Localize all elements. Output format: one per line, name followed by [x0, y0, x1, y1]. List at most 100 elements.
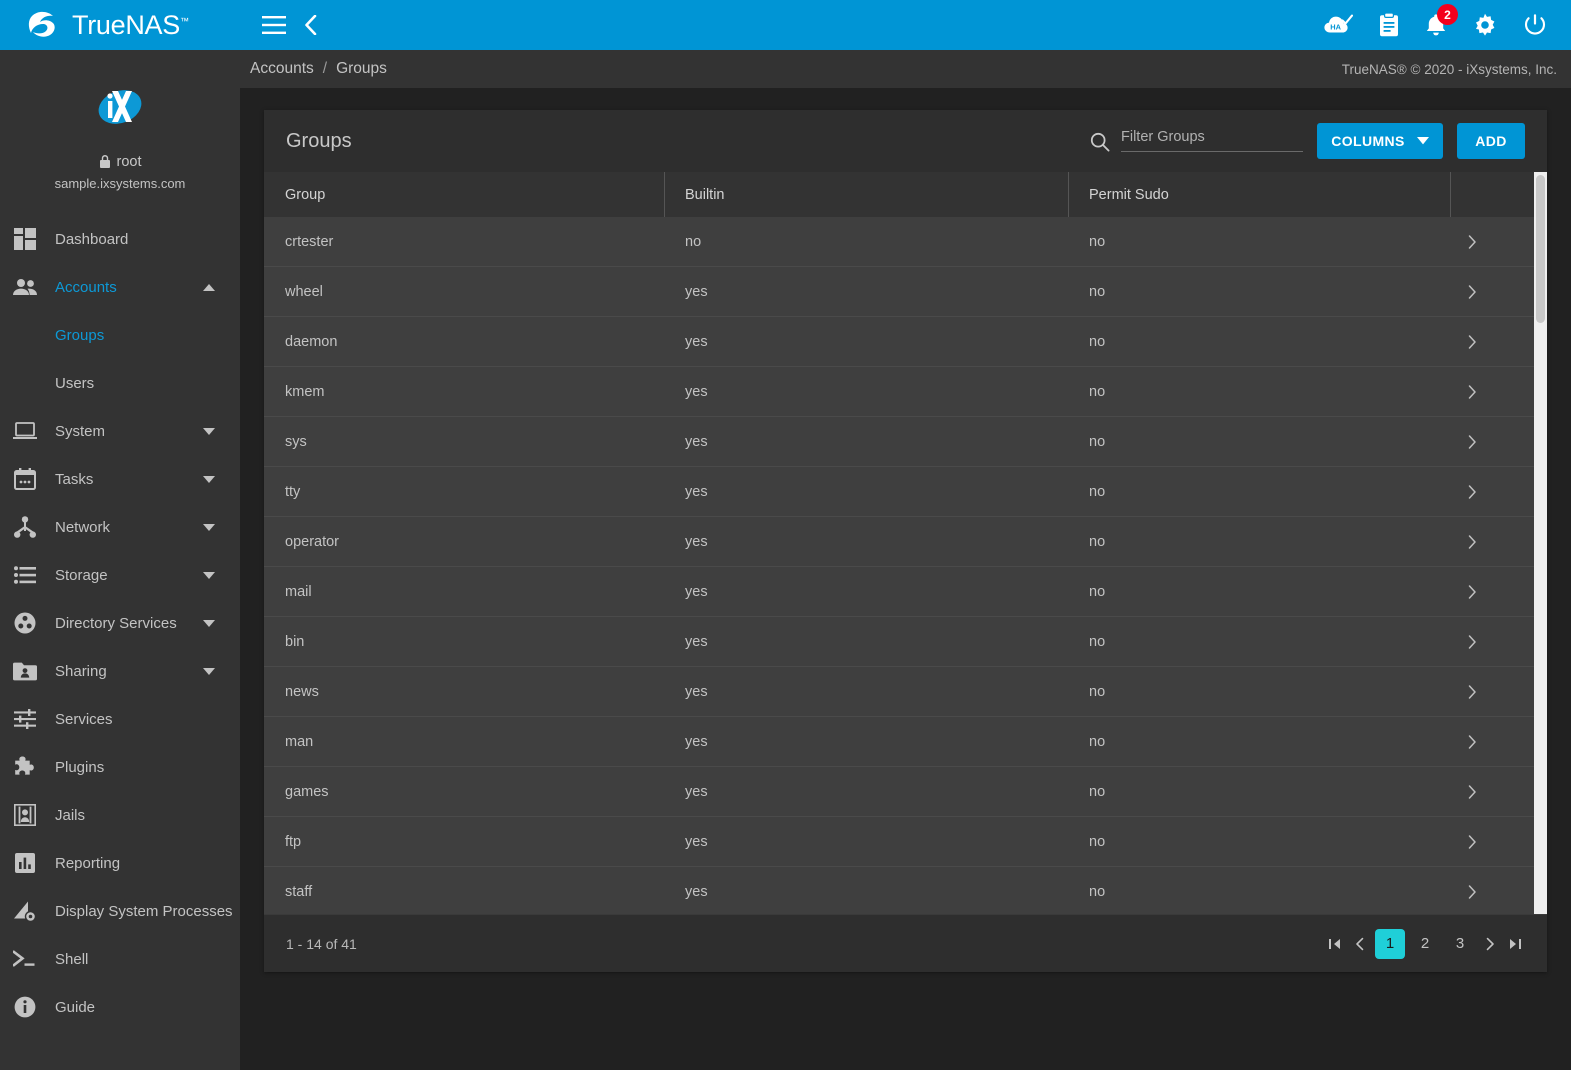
sidebar-item-shell[interactable]: Shell — [0, 935, 240, 983]
sidebar-item-jails[interactable]: Jails — [0, 791, 240, 839]
sidebar-item-dashboard[interactable]: Dashboard — [0, 215, 240, 263]
columns-button[interactable]: COLUMNS — [1317, 123, 1443, 159]
cell-builtin: yes — [685, 883, 708, 900]
sidebar-subitem-groups[interactable]: Groups — [0, 311, 240, 359]
sidebar-item-directory-services[interactable]: Directory Services — [0, 599, 240, 647]
chevron-right-icon[interactable] — [1450, 534, 1547, 549]
chevron-right-icon[interactable] — [1450, 334, 1547, 349]
table-row[interactable]: ftp yes no — [264, 817, 1547, 867]
sidebar-item-storage[interactable]: Storage — [0, 551, 240, 599]
prev-page-icon[interactable] — [1350, 929, 1370, 959]
cell-builtin: yes — [685, 533, 708, 550]
ha-cloud-icon[interactable]: HA — [1323, 13, 1353, 37]
scrollbar-thumb[interactable] — [1536, 175, 1545, 323]
next-page-icon[interactable] — [1480, 929, 1500, 959]
first-page-icon[interactable] — [1325, 929, 1345, 959]
cell-builtin: yes — [685, 583, 708, 600]
profile-username-row: root — [0, 154, 240, 170]
chevron-down-icon[interactable] — [196, 427, 222, 435]
trademark-mark: ™ — [179, 15, 189, 26]
gear-icon[interactable] — [1473, 13, 1497, 37]
chevron-right-icon[interactable] — [1450, 234, 1547, 249]
sidebar-item-accounts[interactable]: Accounts — [0, 263, 240, 311]
table-row[interactable]: bin yes no — [264, 617, 1547, 667]
guide-icon — [12, 994, 38, 1020]
table-row[interactable]: mail yes no — [264, 567, 1547, 617]
chevron-right-icon[interactable] — [1450, 484, 1547, 499]
hamburger-menu-icon[interactable] — [262, 16, 286, 34]
chevron-right-icon[interactable] — [1450, 284, 1547, 299]
table-row[interactable]: kmem yes no — [264, 367, 1547, 417]
cell-builtin: yes — [685, 333, 708, 350]
table-row[interactable]: operator yes no — [264, 517, 1547, 567]
page-button-3[interactable]: 3 — [1445, 929, 1475, 959]
column-header-builtin[interactable]: Builtin — [664, 172, 1068, 217]
sidebar-item-label: Jails — [55, 806, 86, 824]
shell-icon — [12, 946, 38, 972]
topbar-left-actions — [262, 15, 317, 35]
chevron-down-icon[interactable] — [196, 475, 222, 483]
chevron-right-icon[interactable] — [1450, 734, 1547, 749]
bell-icon[interactable]: 2 — [1425, 4, 1458, 37]
table-row[interactable]: daemon yes no — [264, 317, 1547, 367]
column-header-permit-sudo[interactable]: Permit Sudo — [1068, 172, 1450, 217]
cell-group: staff — [285, 883, 313, 900]
chevron-down-icon[interactable] — [196, 619, 222, 627]
sidebar-item-tasks[interactable]: Tasks — [0, 455, 240, 503]
chevron-right-icon[interactable] — [1450, 584, 1547, 599]
tasks-icon — [12, 466, 38, 492]
chevron-down-icon[interactable] — [196, 667, 222, 675]
sidebar-item-label: Dashboard — [55, 230, 129, 248]
sidebar-item-system[interactable]: System — [0, 407, 240, 455]
table-header-row: Group Builtin Permit Sudo — [264, 172, 1547, 217]
brand-header[interactable]: TrueNAS™ — [0, 0, 240, 50]
chevron-right-icon[interactable] — [1450, 684, 1547, 699]
table-row[interactable]: staff yes no — [264, 867, 1547, 914]
sidebar: TrueNAS™ root sample.ixsystems.com Dashb… — [0, 0, 240, 1070]
table-row[interactable]: news yes no — [264, 667, 1547, 717]
cell-group: crtester — [285, 233, 334, 250]
brand-name: TrueNAS™ — [72, 9, 189, 40]
last-page-icon[interactable] — [1505, 929, 1525, 959]
sidebar-item-label: Directory Services — [55, 614, 177, 632]
sidebar-item-display-system-processes[interactable]: Display System Processes — [0, 887, 240, 935]
clipboard-icon[interactable] — [1379, 13, 1399, 37]
chevron-right-icon[interactable] — [1450, 434, 1547, 449]
breadcrumb-accounts[interactable]: Accounts — [250, 60, 314, 78]
sidebar-subitem-users[interactable]: Users — [0, 359, 240, 407]
add-button[interactable]: ADD — [1457, 123, 1525, 159]
table-scrollbar[interactable] — [1534, 172, 1547, 914]
sidebar-item-label: Accounts — [55, 278, 117, 296]
sidebar-item-services[interactable]: Services — [0, 695, 240, 743]
sidebar-item-plugins[interactable]: Plugins — [0, 743, 240, 791]
table-row[interactable]: sys yes no — [264, 417, 1547, 467]
page-button-1[interactable]: 1 — [1375, 928, 1405, 959]
sidebar-item-reporting[interactable]: Reporting — [0, 839, 240, 887]
chevron-right-icon[interactable] — [1450, 784, 1547, 799]
table-row[interactable]: tty yes no — [264, 467, 1547, 517]
sidebar-item-network[interactable]: Network — [0, 503, 240, 551]
chevron-up-icon[interactable] — [196, 283, 222, 291]
groups-card: Groups COLUMNS — [264, 110, 1547, 972]
chevron-left-icon[interactable] — [304, 15, 317, 35]
chevron-right-icon[interactable] — [1450, 884, 1547, 899]
chevron-right-icon[interactable] — [1450, 834, 1547, 849]
sidebar-item-sharing[interactable]: Sharing — [0, 647, 240, 695]
cell-group: sys — [285, 433, 307, 450]
plugins-icon — [12, 754, 38, 780]
cell-permit-sudo: no — [1089, 883, 1106, 900]
search-input[interactable] — [1121, 128, 1303, 152]
chevron-down-icon[interactable] — [196, 571, 222, 579]
table-row[interactable]: man yes no — [264, 717, 1547, 767]
page-button-2[interactable]: 2 — [1410, 929, 1440, 959]
power-icon[interactable] — [1523, 13, 1547, 37]
column-header-group[interactable]: Group — [264, 172, 664, 217]
cell-builtin: yes — [685, 483, 708, 500]
chevron-right-icon[interactable] — [1450, 384, 1547, 399]
table-row[interactable]: wheel yes no — [264, 267, 1547, 317]
sidebar-item-guide[interactable]: Guide — [0, 983, 240, 1031]
chevron-right-icon[interactable] — [1450, 634, 1547, 649]
chevron-down-icon[interactable] — [196, 523, 222, 531]
table-row[interactable]: games yes no — [264, 767, 1547, 817]
table-row[interactable]: crtester no no — [264, 217, 1547, 267]
